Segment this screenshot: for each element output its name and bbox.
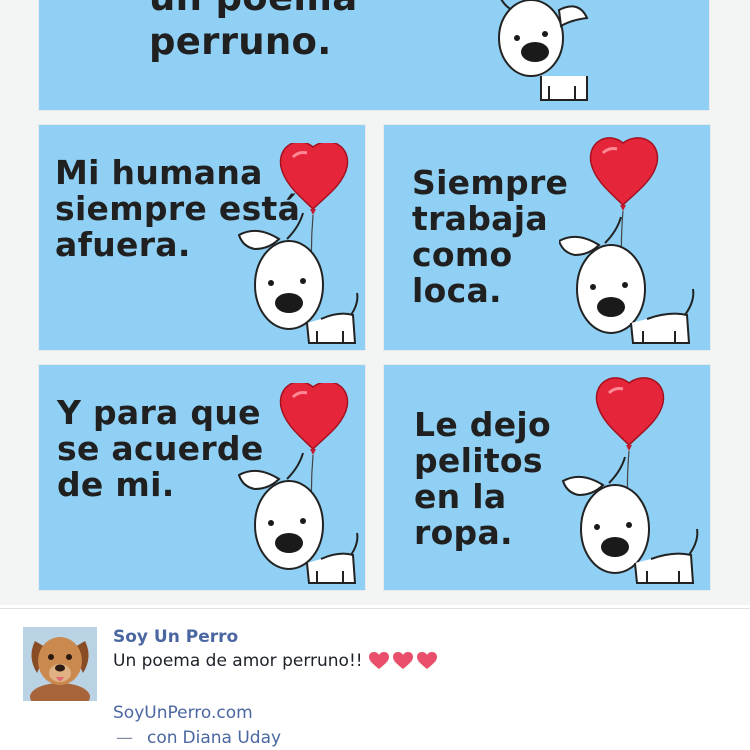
- comic-panel-2: Siempre trabaja como loca.: [384, 125, 710, 350]
- with-label: con: [147, 728, 178, 748]
- comic-panel-4: Le dejo pelitos en la ropa.: [384, 365, 710, 590]
- page-name-link[interactable]: Soy Un Perro: [113, 627, 238, 647]
- comic-image[interactable]: un poema perruno. Mi humana siempre está…: [0, 0, 750, 605]
- avatar[interactable]: [23, 627, 97, 701]
- panel-4-text: Le dejo pelitos en la ropa.: [414, 405, 551, 552]
- tagged-line: — con Diana Uday: [116, 728, 281, 748]
- dog-balloon-illustration: [561, 377, 699, 584]
- dog-illustration: [498, 0, 589, 101]
- panel-top-text: un poema perruno.: [149, 0, 357, 63]
- caption-text: Un poema de amor perruno!!: [113, 651, 363, 671]
- heart-icon: [416, 652, 437, 669]
- website-link[interactable]: SoyUnPerro.com: [113, 703, 253, 723]
- dash: —: [116, 728, 133, 748]
- post-caption: Un poema de amor perruno!!: [113, 651, 441, 671]
- hearts-emoji-group: [368, 652, 441, 670]
- comic-panel-1: Mi humana siempre está afuera.: [39, 125, 365, 350]
- dog-balloon-illustration: [237, 143, 359, 344]
- panel-2-text: Siempre trabaja como loca.: [412, 163, 569, 310]
- dog-balloon-illustration: [559, 137, 695, 344]
- tagged-user-link[interactable]: Diana Uday: [183, 728, 282, 748]
- post-attribution: Soy Un Perro Un poema de amor perruno!! …: [0, 609, 750, 750]
- comic-panel-3: Y para que se acuerde de mi.: [39, 365, 365, 590]
- dog-balloon-illustration: [237, 383, 359, 584]
- heart-icon: [392, 652, 413, 669]
- puppy-avatar-icon: [23, 627, 97, 701]
- comic-panel-top: un poema perruno.: [39, 0, 709, 110]
- heart-icon: [368, 652, 389, 669]
